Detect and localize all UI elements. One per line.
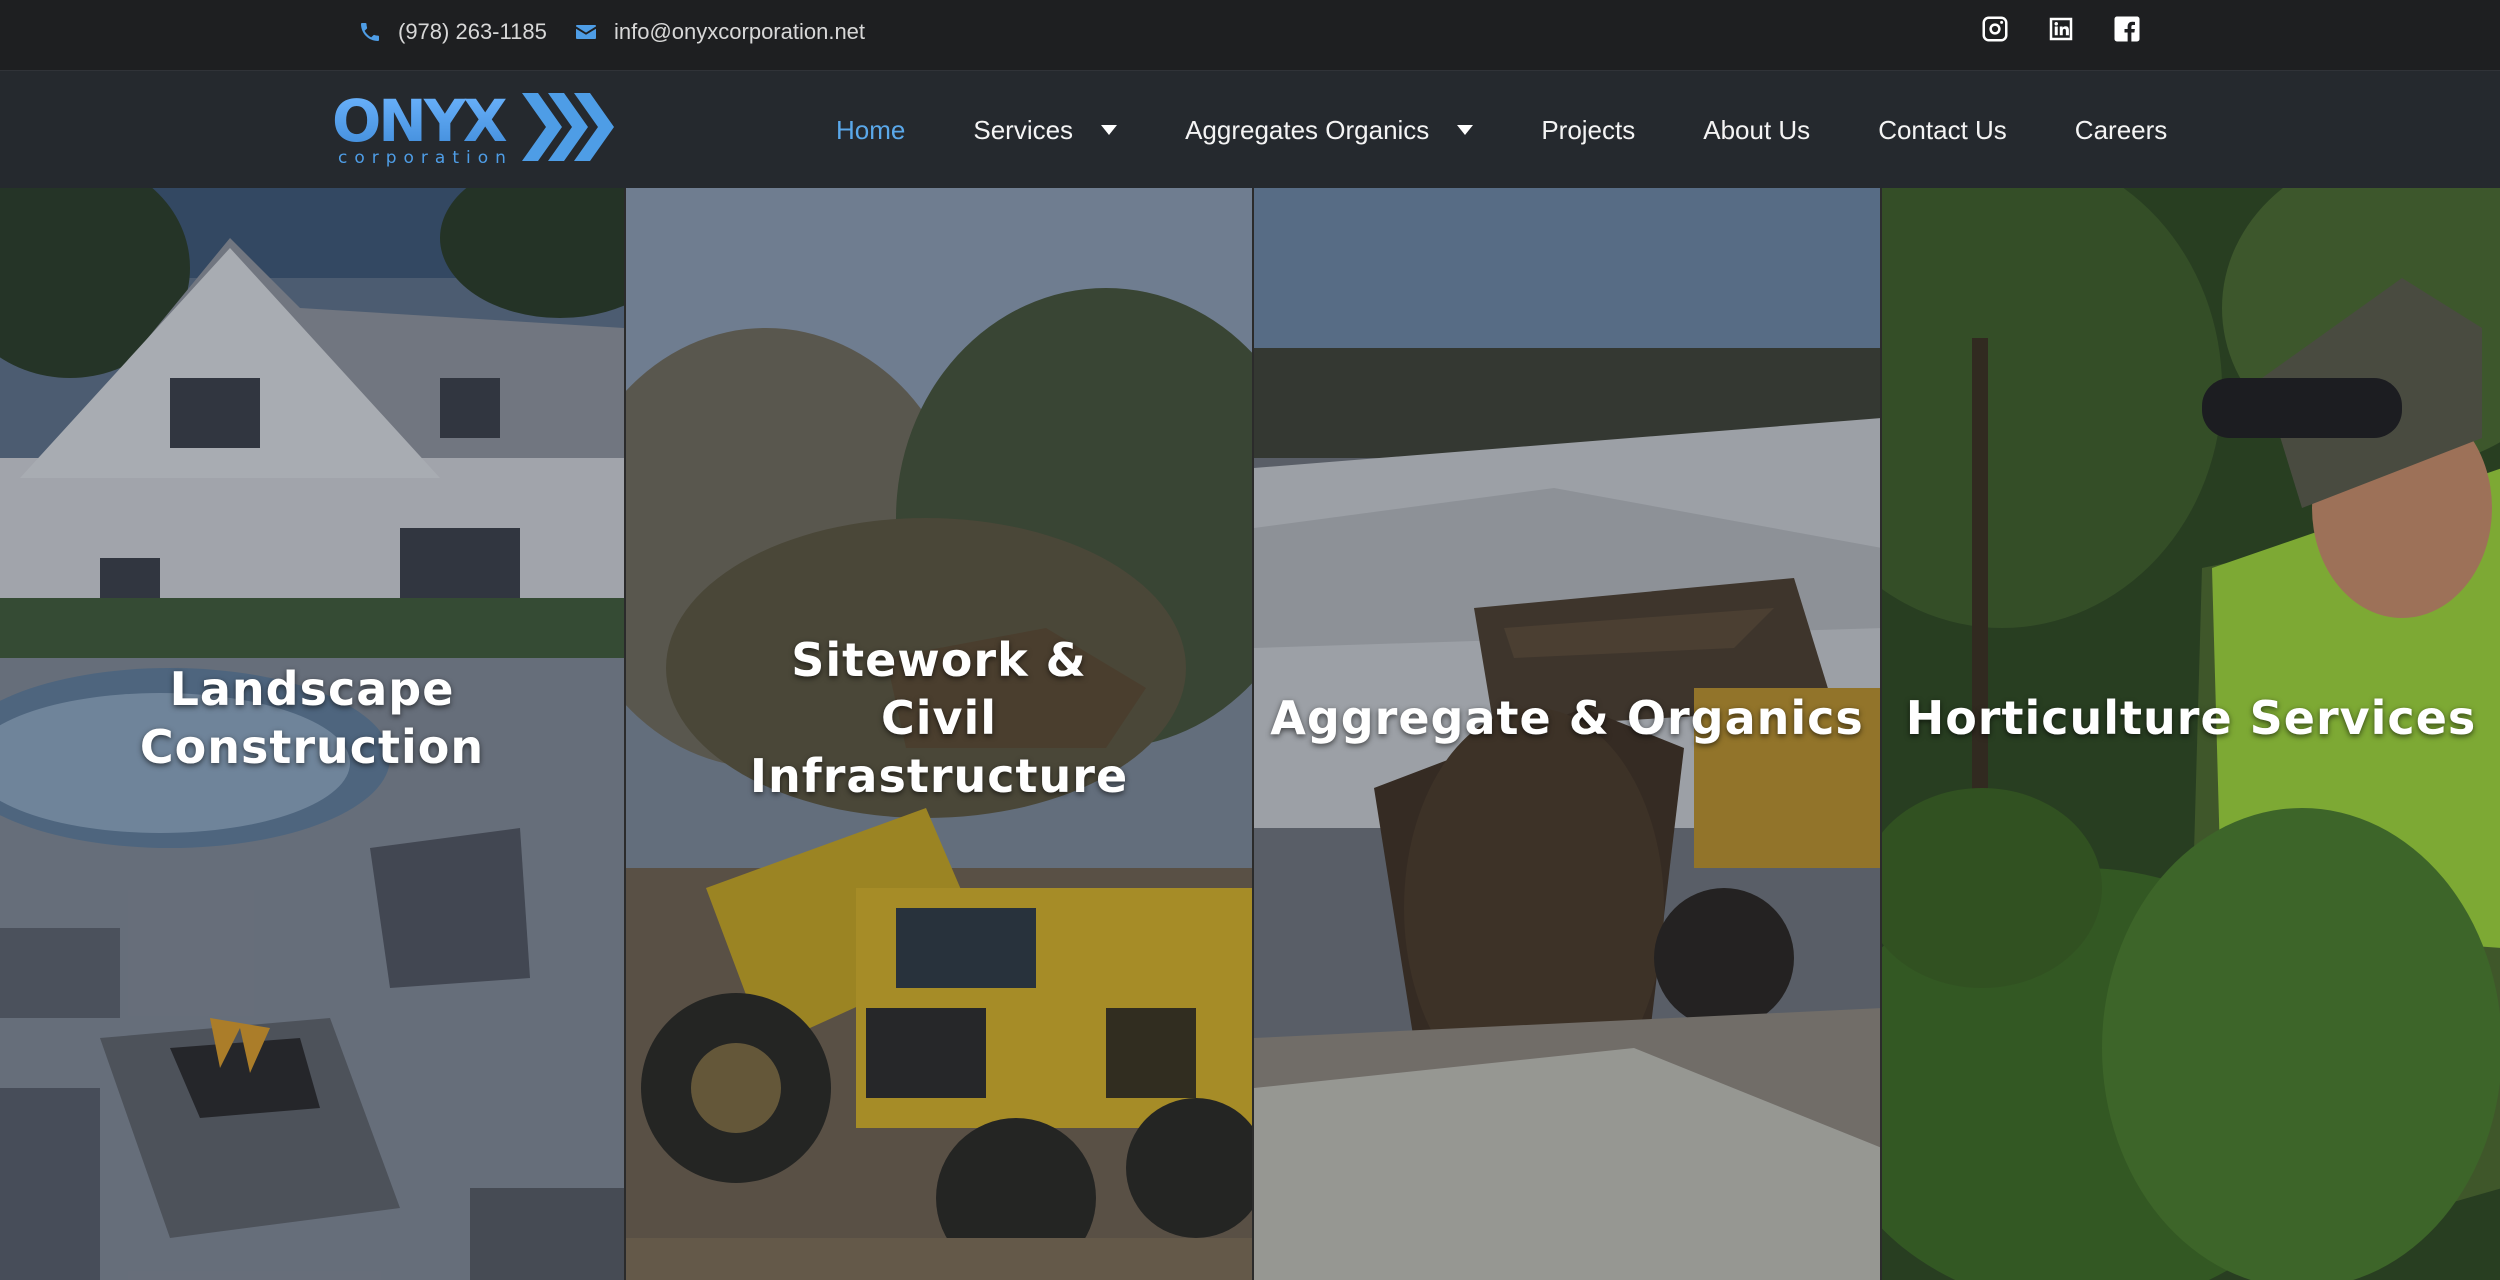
phone-icon (361, 23, 379, 41)
main-navbar: ONYX corporation Home Services Aggregate… (0, 70, 2500, 188)
nav-careers-label: Careers (2074, 114, 2168, 145)
phone-link[interactable]: (978) 263-1185 (358, 0, 547, 64)
top-contact-bar: (978) 263-1185 info@onyxcorporation.net (0, 0, 2500, 70)
chevron-down-icon (1457, 125, 1474, 135)
email-address: info@onyxcorporation.net (614, 19, 866, 44)
panel-horticulture-services[interactable]: Horticulture Services (1880, 188, 2500, 1280)
nav-contact-us[interactable]: Contact Us (1878, 115, 2007, 146)
nav-home-label: Home (836, 114, 906, 145)
primary-nav: Home Services Aggregates Organics Projec… (836, 71, 2235, 189)
nav-projects[interactable]: Projects (1541, 115, 1635, 146)
panel-title: Aggregate & Organics (1254, 188, 1880, 1280)
logo-wordmark: ONYX (332, 91, 507, 155)
panel-landscape-construction[interactable]: Landscape Construction (0, 188, 624, 1280)
nav-projects-label: Projects (1541, 114, 1636, 145)
panel-title: Horticulture Services (1882, 188, 2500, 1280)
envelope-icon (576, 25, 596, 39)
social-links (1980, 14, 2142, 48)
nav-services-label: Services (973, 114, 1074, 145)
nav-services[interactable]: Services (973, 114, 1118, 146)
panel-title-text: Horticulture Services (1905, 691, 2477, 745)
onyx-logo[interactable]: ONYX corporation (332, 87, 622, 168)
nav-about-us[interactable]: About Us (1703, 115, 1810, 146)
logo-tagline: corporation (338, 148, 513, 167)
nav-home[interactable]: Home (836, 115, 905, 146)
phone-number: (978) 263-1185 (398, 19, 547, 44)
email-link[interactable]: info@onyxcorporation.net (574, 0, 865, 64)
panel-sitework-civil[interactable]: Sitework & Civil Infrastructure (624, 188, 1252, 1280)
nav-careers[interactable]: Careers (2075, 115, 2167, 146)
instagram-icon[interactable] (1980, 14, 2010, 44)
panel-title-text: Aggregate & Organics (1270, 691, 1864, 745)
panel-title-text: Sitework & Civil Infrastructure (749, 633, 1129, 803)
nav-aggregates-label: Aggregates Organics (1185, 114, 1430, 145)
nav-aggregates-organics[interactable]: Aggregates Organics (1185, 114, 1474, 146)
panel-aggregate-organics[interactable]: Aggregate & Organics (1252, 188, 1880, 1280)
nav-about-label: About Us (1703, 114, 1811, 145)
panel-title: Sitework & Civil Infrastructure (626, 188, 1252, 1280)
panel-title-text: Landscape Construction (139, 662, 485, 774)
service-panels: Landscape Construction Sitework & Civil … (0, 188, 2500, 1280)
nav-contact-label: Contact Us (1878, 114, 2007, 145)
linkedin-icon[interactable] (2046, 14, 2076, 44)
facebook-icon[interactable] (2112, 14, 2142, 44)
chevron-down-icon (1101, 125, 1118, 135)
panel-title: Landscape Construction (0, 188, 624, 1280)
